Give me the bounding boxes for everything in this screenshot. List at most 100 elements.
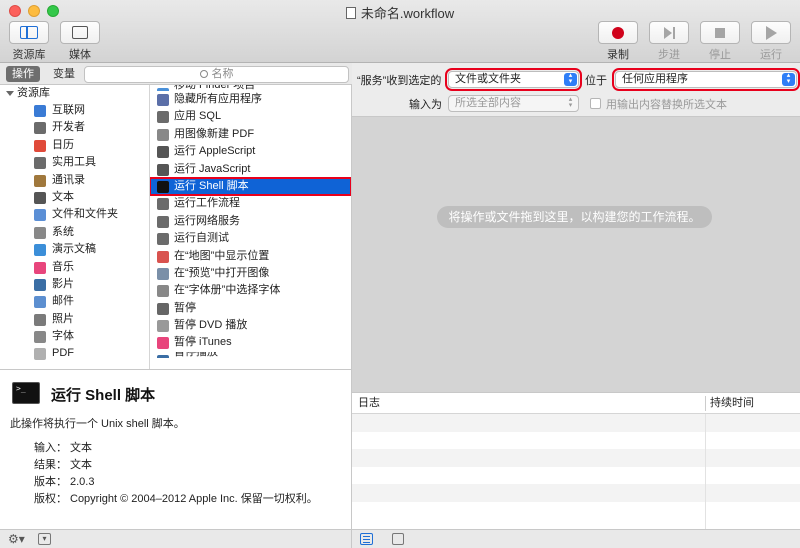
action-item-label: 暂停 DVD 播放	[174, 319, 248, 332]
action-item[interactable]: 运行工作流程	[150, 195, 351, 212]
action-item[interactable]: 在“地图”中显示位置	[150, 248, 351, 265]
library-item[interactable]: 系统	[0, 224, 149, 241]
action-item-label: 在“地图”中显示位置	[174, 249, 270, 262]
record-toolbar-button[interactable]: 录制	[596, 21, 640, 62]
category-icon	[34, 122, 46, 135]
description-row: 输入： 文本	[10, 439, 92, 455]
toggle-description-button[interactable]: ▾	[38, 533, 51, 545]
action-item-label: 在“字体册”中选择字体	[174, 284, 281, 297]
tab-actions[interactable]: 操作	[6, 66, 40, 82]
library-item[interactable]: 影片	[0, 276, 149, 293]
description-text: 此操作将执行一个 Unix shell 脚本。	[10, 418, 185, 430]
action-icon	[157, 215, 169, 228]
description-value: Copyright © 2004–2012 Apple Inc. 保留一切权利。	[70, 493, 318, 505]
stop-toolbar-label: 停止	[709, 49, 731, 61]
log-header: 日志 持续时间	[352, 393, 800, 414]
category-icon	[34, 261, 46, 274]
list-view-icon[interactable]	[360, 533, 373, 545]
step-icon	[663, 26, 675, 39]
application-popup[interactable]: 任何应用程序 ▴ ▾	[612, 68, 800, 91]
action-item-label: 运行 JavaScript	[174, 162, 251, 175]
input-is-popup[interactable]: 所选全部内容 ▴ ▾	[448, 95, 579, 112]
input-type-popup[interactable]: 文件或文件夹 ▴ ▾	[445, 68, 582, 91]
gear-menu-icon[interactable]: ⚙▾	[8, 532, 25, 546]
action-item-label: 运行自测试	[174, 232, 229, 245]
duration-column-header[interactable]: 持续时间	[710, 393, 754, 414]
description-value: 文本	[70, 442, 92, 454]
library-item[interactable]: 通讯录	[0, 172, 149, 189]
category-icon	[34, 296, 46, 309]
library-header: 操作 变量 名称	[0, 63, 352, 85]
action-item[interactable]: 暂停	[150, 300, 351, 317]
action-icon	[157, 111, 169, 124]
library-item[interactable]: 字体	[0, 328, 149, 345]
action-item[interactable]: 运行 JavaScript	[150, 161, 351, 178]
media-icon	[72, 26, 88, 39]
workflow-canvas[interactable]: 将操作或文件拖到这里，以构建您的工作流程。	[352, 117, 800, 392]
library-item[interactable]: 演示文稿	[0, 241, 149, 258]
action-item-selected[interactable]: 运行 Shell 脚本	[150, 176, 351, 197]
step-toolbar-button[interactable]: 步进	[647, 21, 691, 62]
action-item[interactable]: 隐藏所有应用程序	[150, 91, 351, 108]
action-item-label: 在“预览”中打开图像	[174, 266, 270, 279]
record-toolbar-label: 录制	[607, 49, 629, 61]
workflow-settings: “服务”收到选定的 文件或文件夹 ▴ ▾ 位于 任何应用程序 ▴ ▾ 输入为 所选全部内…	[352, 63, 800, 117]
action-description-pane: 运行 Shell 脚本 此操作将执行一个 Unix shell 脚本。 输入：文…	[0, 369, 352, 529]
disclosure-triangle-icon[interactable]	[6, 91, 14, 96]
description-title: 运行 Shell 脚本	[51, 387, 156, 404]
action-item[interactable]: 用图像新建 PDF	[150, 126, 351, 143]
library-item[interactable]: 邮件	[0, 293, 149, 310]
step-toolbar-label: 步进	[658, 49, 680, 61]
stop-toolbar-button[interactable]: 停止	[698, 21, 742, 62]
action-item[interactable]: 运行自测试	[150, 230, 351, 247]
library-item[interactable]: 实用工具	[0, 154, 149, 171]
action-item-label: 暂停	[174, 301, 196, 314]
action-icon	[157, 250, 169, 263]
action-item[interactable]: 暂停 iTunes	[150, 334, 351, 351]
library-item[interactable]: 文件和文件夹	[0, 206, 149, 223]
action-item-label: 运行网络服务	[174, 214, 240, 227]
library-item-label: 文件和文件夹	[52, 208, 118, 221]
action-item[interactable]: 在“预览”中打开图像	[150, 265, 351, 282]
library-root[interactable]: 资源库	[0, 85, 149, 102]
media-button-frame	[60, 21, 100, 44]
action-item[interactable]: 在“字体册”中选择字体	[150, 282, 351, 299]
library-item[interactable]: 文本	[0, 189, 149, 206]
step-button-frame	[649, 21, 689, 44]
library-item[interactable]: 日历	[0, 137, 149, 154]
library-item[interactable]: 互联网	[0, 102, 149, 119]
window-title: 未命名.workflow	[0, 3, 800, 22]
actions-list[interactable]: 移动 Finder 项目 隐藏所有应用程序 应用 SQL 用图像新建 PDF 运行 Ap…	[150, 85, 352, 369]
library-icon	[20, 26, 38, 39]
input-is-label: 输入为	[409, 99, 442, 111]
action-icon	[157, 337, 169, 350]
action-icon	[157, 94, 169, 106]
split-view-icon[interactable]	[392, 533, 404, 545]
action-icon	[157, 354, 169, 358]
action-item[interactable]: 暂停 DVD 播放	[150, 317, 351, 334]
library-item[interactable]: 音乐	[0, 259, 149, 276]
log-column-header[interactable]: 日志	[358, 393, 380, 414]
tab-variables[interactable]: 变量	[47, 66, 81, 82]
search-input[interactable]: 名称	[84, 66, 349, 83]
category-icon	[34, 313, 46, 326]
library-item[interactable]: 开发者	[0, 119, 149, 136]
action-item[interactable]: 运行 AppleScript	[150, 143, 351, 160]
action-item[interactable]: 暂停播放	[150, 352, 351, 358]
library-list[interactable]: 资源库 互联网 开发者 日历 实用工具 通讯录 文本文件和文件夹系统 演示文稿 音乐 影片 邮件照…	[0, 85, 150, 369]
media-toolbar-button[interactable]: 媒体	[58, 21, 102, 62]
library-footer: ⚙▾ ▾	[0, 529, 352, 548]
description-row: 版权： Copyright © 2004–2012 Apple Inc. 保留一切…	[10, 490, 318, 506]
action-item-label: 暂停播放	[174, 351, 218, 358]
run-toolbar-button[interactable]: 运行	[749, 21, 793, 62]
action-item[interactable]: 应用 SQL	[150, 108, 351, 125]
replace-selection-checkbox[interactable]	[590, 98, 601, 109]
library-item[interactable]: 照片	[0, 311, 149, 328]
popup-arrows-icon: ▴ ▾	[564, 72, 577, 86]
action-item[interactable]: 运行网络服务	[150, 213, 351, 230]
library-toolbar-button[interactable]: 资源库	[7, 21, 51, 62]
in-label: 位于	[585, 75, 607, 87]
library-items: 互联网 开发者 日历 实用工具 通讯录 文本文件和文件夹系统 演示文稿 音乐 影片 邮件 照片 字体 P…	[0, 102, 149, 363]
service-receives-label: “服务”收到选定的	[357, 75, 442, 87]
library-item[interactable]: PDF	[0, 345, 149, 362]
